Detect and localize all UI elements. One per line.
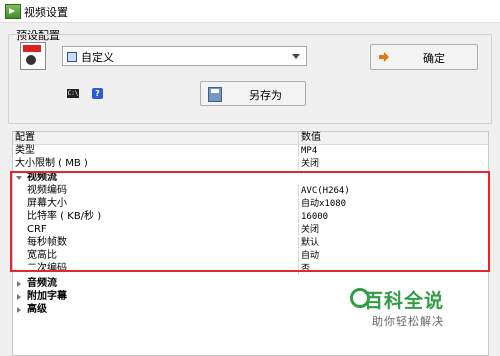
section-label: 音频流 xyxy=(27,278,57,289)
preset-item-icon xyxy=(67,52,77,62)
grid-row-crf[interactable]: CRF 关闭 xyxy=(13,224,488,236)
preset-select[interactable]: 自定义 xyxy=(62,46,307,66)
expand-arrow-icon[interactable] xyxy=(16,176,22,180)
preset-selected-value: 自定义 xyxy=(81,51,114,64)
confirm-button-label: 确定 xyxy=(423,52,445,65)
column-divider xyxy=(298,250,299,262)
row-name: CRF xyxy=(27,224,47,235)
grid-row-screen-size[interactable]: 屏幕大小 自动x1080 xyxy=(13,198,488,210)
column-divider xyxy=(298,198,299,210)
collapse-arrow-icon[interactable] xyxy=(17,294,21,300)
section-video[interactable]: 视频流 xyxy=(13,172,488,184)
watermark-subtitle: 助你轻松解决 xyxy=(372,315,444,328)
column-divider xyxy=(298,211,299,223)
row-name: 二次编码 xyxy=(27,263,67,274)
grid-row-type[interactable]: 类型 MP4 xyxy=(13,145,488,157)
column-divider xyxy=(298,237,299,249)
window-title: 视频设置 xyxy=(24,6,68,19)
watermark-title: 百科全说 xyxy=(364,290,445,312)
save-as-button-label: 另存为 xyxy=(249,89,282,102)
grid-row-aspect-ratio[interactable]: 宽高比 自动 xyxy=(13,250,488,262)
row-name: 类型 xyxy=(15,145,35,156)
save-as-button[interactable]: 另存为 xyxy=(200,81,306,106)
column-divider xyxy=(298,132,299,144)
section-label: 视频流 xyxy=(27,172,57,183)
row-value[interactable]: AVC(H264) xyxy=(301,185,350,197)
row-name: 视频编码 xyxy=(27,185,67,196)
row-name: 每秒帧数 xyxy=(27,237,67,248)
row-name: 宽高比 xyxy=(27,250,57,261)
row-name: 屏幕大小 xyxy=(27,198,67,209)
grid-header: 配置 数值 xyxy=(13,132,488,145)
collapse-arrow-icon[interactable] xyxy=(17,281,21,287)
header-value: 数值 xyxy=(301,132,321,143)
row-value[interactable]: 自动 xyxy=(301,250,319,262)
grid-row-two-pass[interactable]: 二次编码 否 xyxy=(13,263,488,275)
row-name: 比特率 ( KB/秒 ) xyxy=(27,211,102,222)
grid-row-fps[interactable]: 每秒帧数 默认 xyxy=(13,237,488,249)
column-divider xyxy=(298,185,299,197)
section-label: 附加字幕 xyxy=(27,291,67,302)
row-value[interactable]: 关闭 xyxy=(301,224,319,236)
grid-row-bitrate[interactable]: 比特率 ( KB/秒 ) 16000 xyxy=(13,211,488,223)
row-value[interactable]: 自动x1080 xyxy=(301,198,346,210)
save-disk-icon xyxy=(208,87,222,102)
title-bar: 视频设置 xyxy=(0,0,500,23)
column-divider xyxy=(298,224,299,236)
chevron-down-icon[interactable] xyxy=(292,54,300,59)
row-value[interactable]: 默认 xyxy=(301,237,319,249)
video-file-icon xyxy=(20,42,46,70)
row-value[interactable]: MP4 xyxy=(301,145,317,157)
help-icon[interactable]: ? xyxy=(92,88,103,99)
column-divider xyxy=(298,158,299,170)
confirm-button[interactable]: 确定 xyxy=(370,44,478,70)
collapse-arrow-icon[interactable] xyxy=(17,307,21,313)
section-label: 高级 xyxy=(27,304,47,315)
column-divider xyxy=(298,145,299,157)
row-value[interactable]: 关闭 xyxy=(301,158,319,170)
arrow-right-icon xyxy=(379,52,389,62)
row-value[interactable]: 16000 xyxy=(301,211,328,223)
row-value[interactable]: 否 xyxy=(301,263,310,275)
header-name: 配置 xyxy=(15,132,35,143)
video-app-icon xyxy=(5,4,21,19)
command-prompt-icon[interactable]: C:\ xyxy=(67,89,79,98)
grid-row-video-codec[interactable]: 视频编码 AVC(H264) xyxy=(13,185,488,197)
grid-row-size-limit[interactable]: 大小限制 ( MB ) 关闭 xyxy=(13,158,488,170)
watermark: 百科全说 助你轻松解决 xyxy=(350,286,490,346)
row-name: 大小限制 ( MB ) xyxy=(15,158,88,169)
column-divider xyxy=(298,263,299,275)
